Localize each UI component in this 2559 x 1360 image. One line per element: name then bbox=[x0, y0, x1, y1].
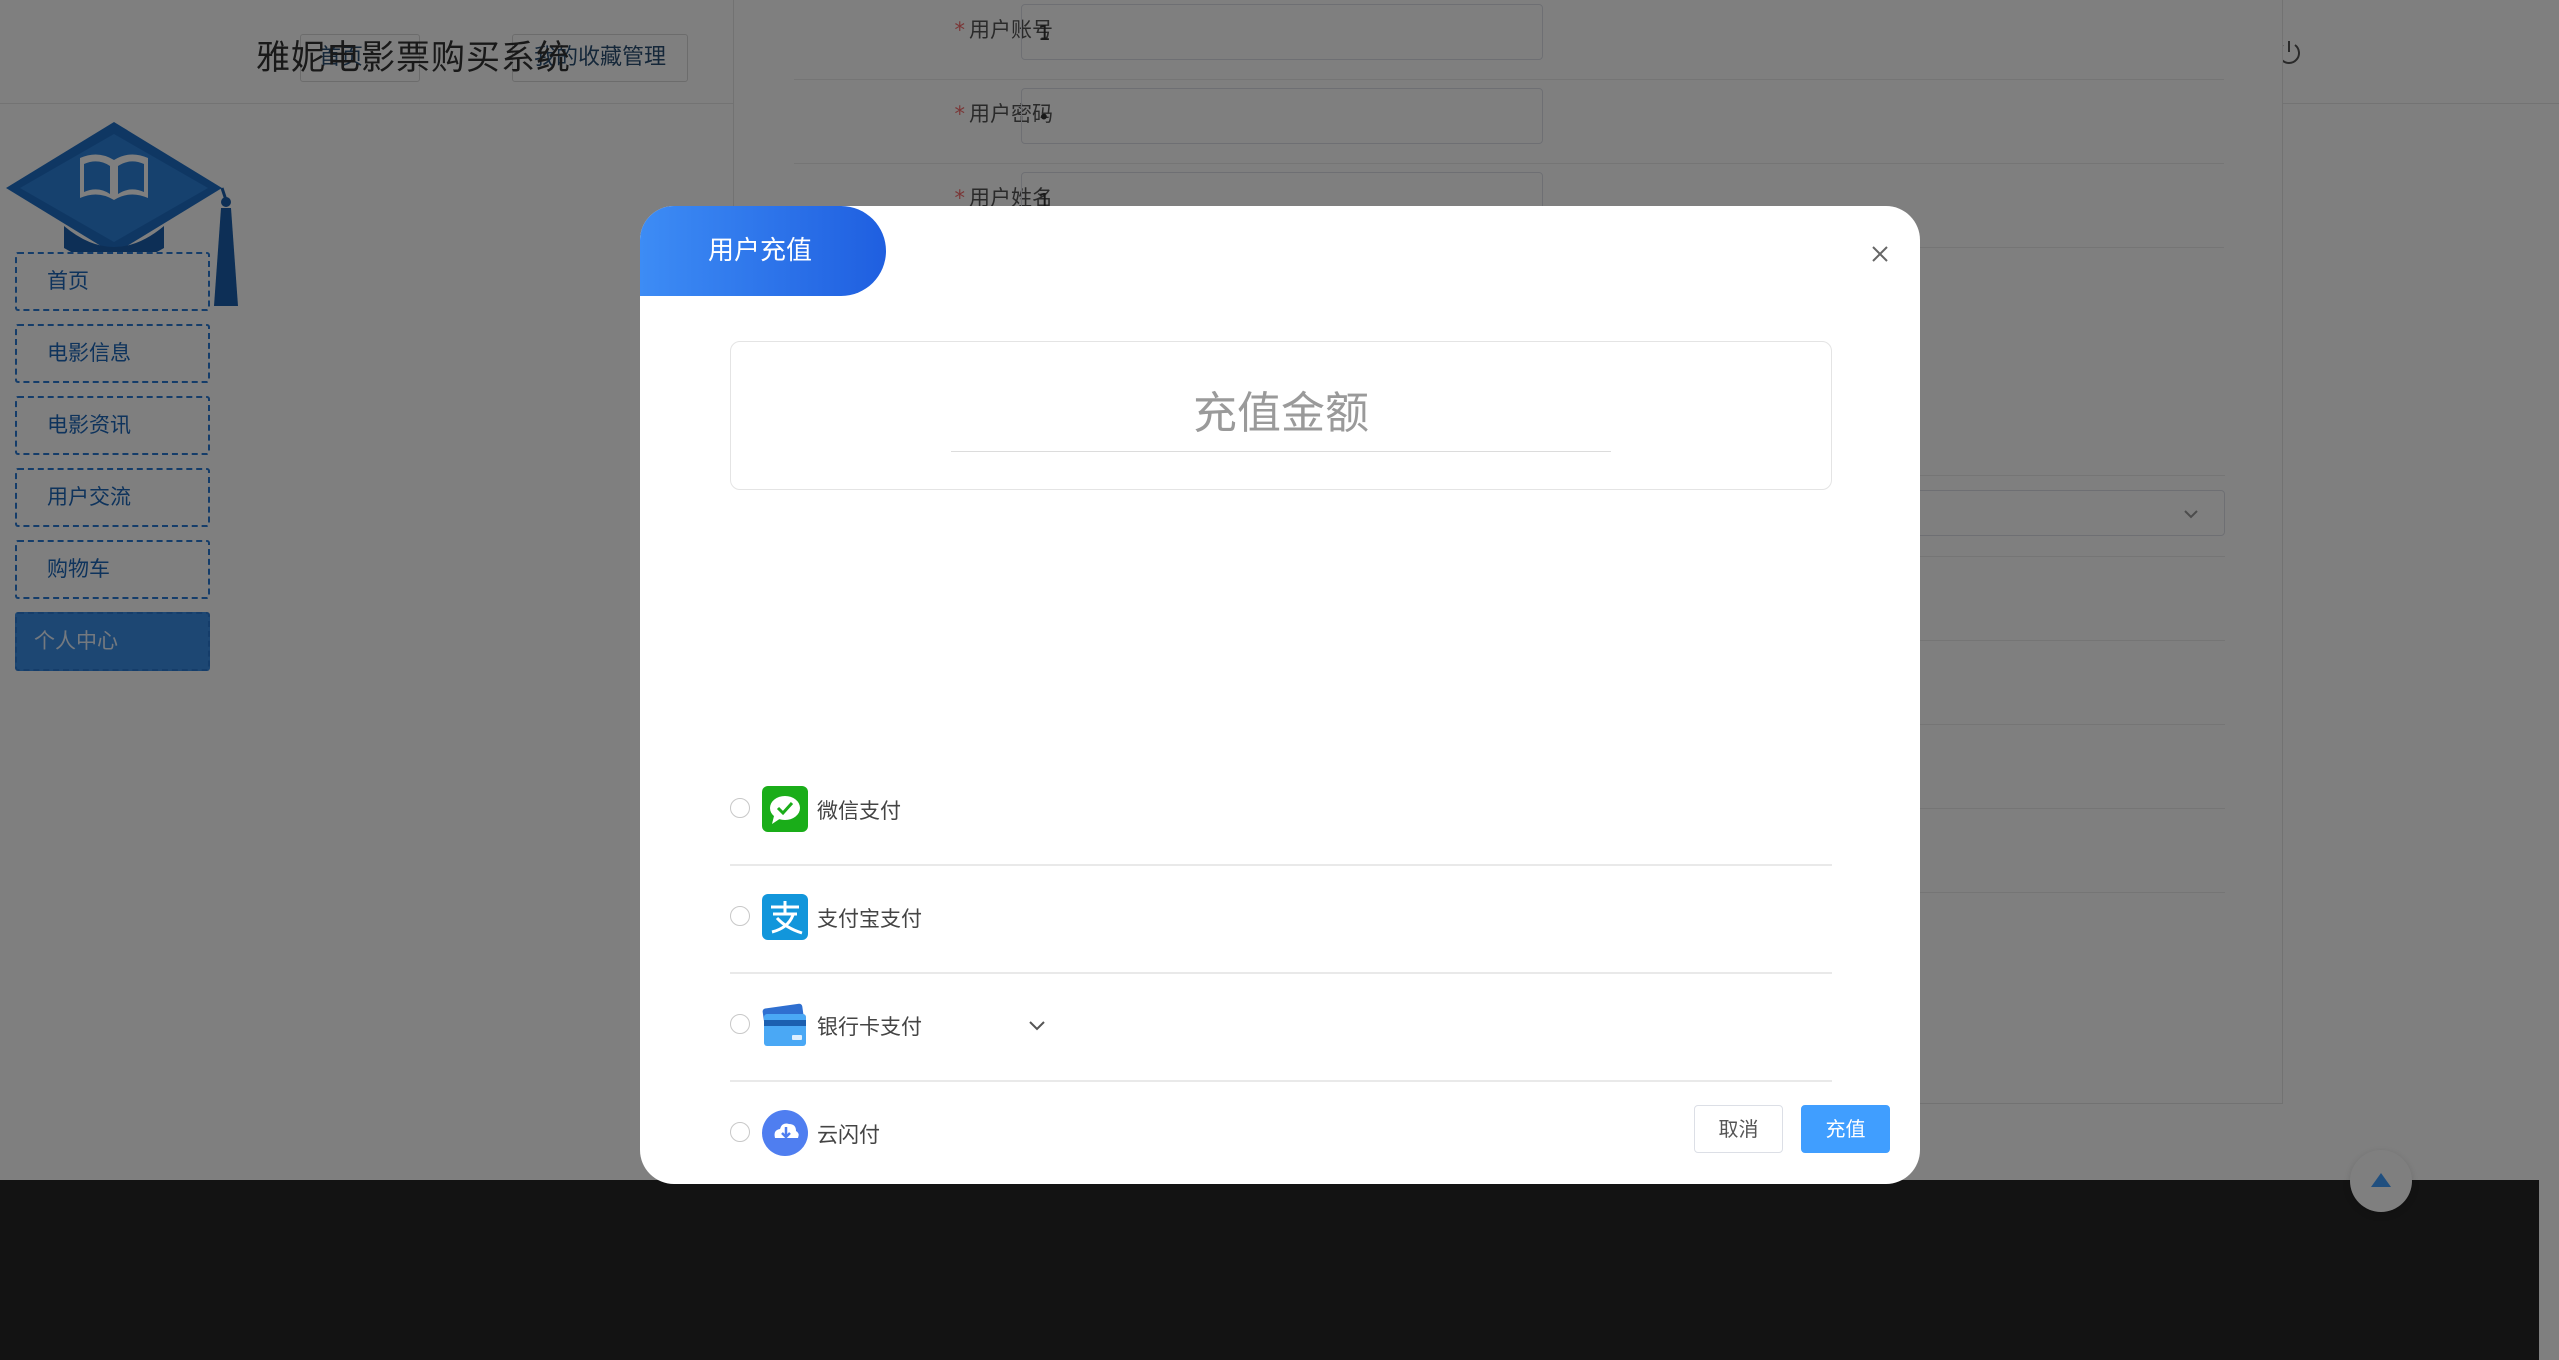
radio-cloud-quickpass[interactable] bbox=[730, 1122, 750, 1142]
payment-option-alipay[interactable]: 支付宝支付 bbox=[730, 864, 1832, 974]
payment-label-wechat: 微信支付 bbox=[817, 799, 901, 823]
page: 首页 我的收藏管理 雅妮电影票购买系统 首页 电影信息 电影资讯 用户交流 购物… bbox=[0, 0, 2559, 1360]
amount-input[interactable] bbox=[951, 376, 1611, 452]
dialog-title: 用户充值 bbox=[640, 206, 886, 296]
payment-option-bank-card[interactable]: 银行卡支付 bbox=[730, 972, 1832, 1082]
payment-label-cloud-quickpass: 云闪付 bbox=[817, 1123, 880, 1147]
payment-label-alipay: 支付宝支付 bbox=[817, 907, 922, 931]
alipay-icon bbox=[762, 894, 808, 940]
radio-alipay[interactable] bbox=[730, 906, 750, 926]
cancel-button[interactable]: 取消 bbox=[1694, 1105, 1783, 1153]
payment-option-cloud-quickpass[interactable]: 云闪付 bbox=[730, 1080, 1832, 1184]
payment-option-wechat[interactable]: 微信支付 bbox=[730, 756, 1832, 866]
close-icon[interactable] bbox=[1869, 243, 1891, 265]
wechat-pay-icon bbox=[762, 786, 808, 832]
radio-bank-card[interactable] bbox=[730, 1014, 750, 1034]
unionpay-cloud-icon bbox=[762, 1110, 808, 1156]
amount-box bbox=[730, 341, 1832, 490]
recharge-dialog: 用户充值 微信支付 bbox=[640, 206, 1920, 1184]
chevron-down-icon[interactable] bbox=[1028, 1020, 1046, 1032]
radio-wechat[interactable] bbox=[730, 798, 750, 818]
bank-card-icon bbox=[762, 1003, 806, 1046]
payment-label-bank-card: 银行卡支付 bbox=[817, 1015, 922, 1039]
recharge-button[interactable]: 充值 bbox=[1801, 1105, 1890, 1153]
